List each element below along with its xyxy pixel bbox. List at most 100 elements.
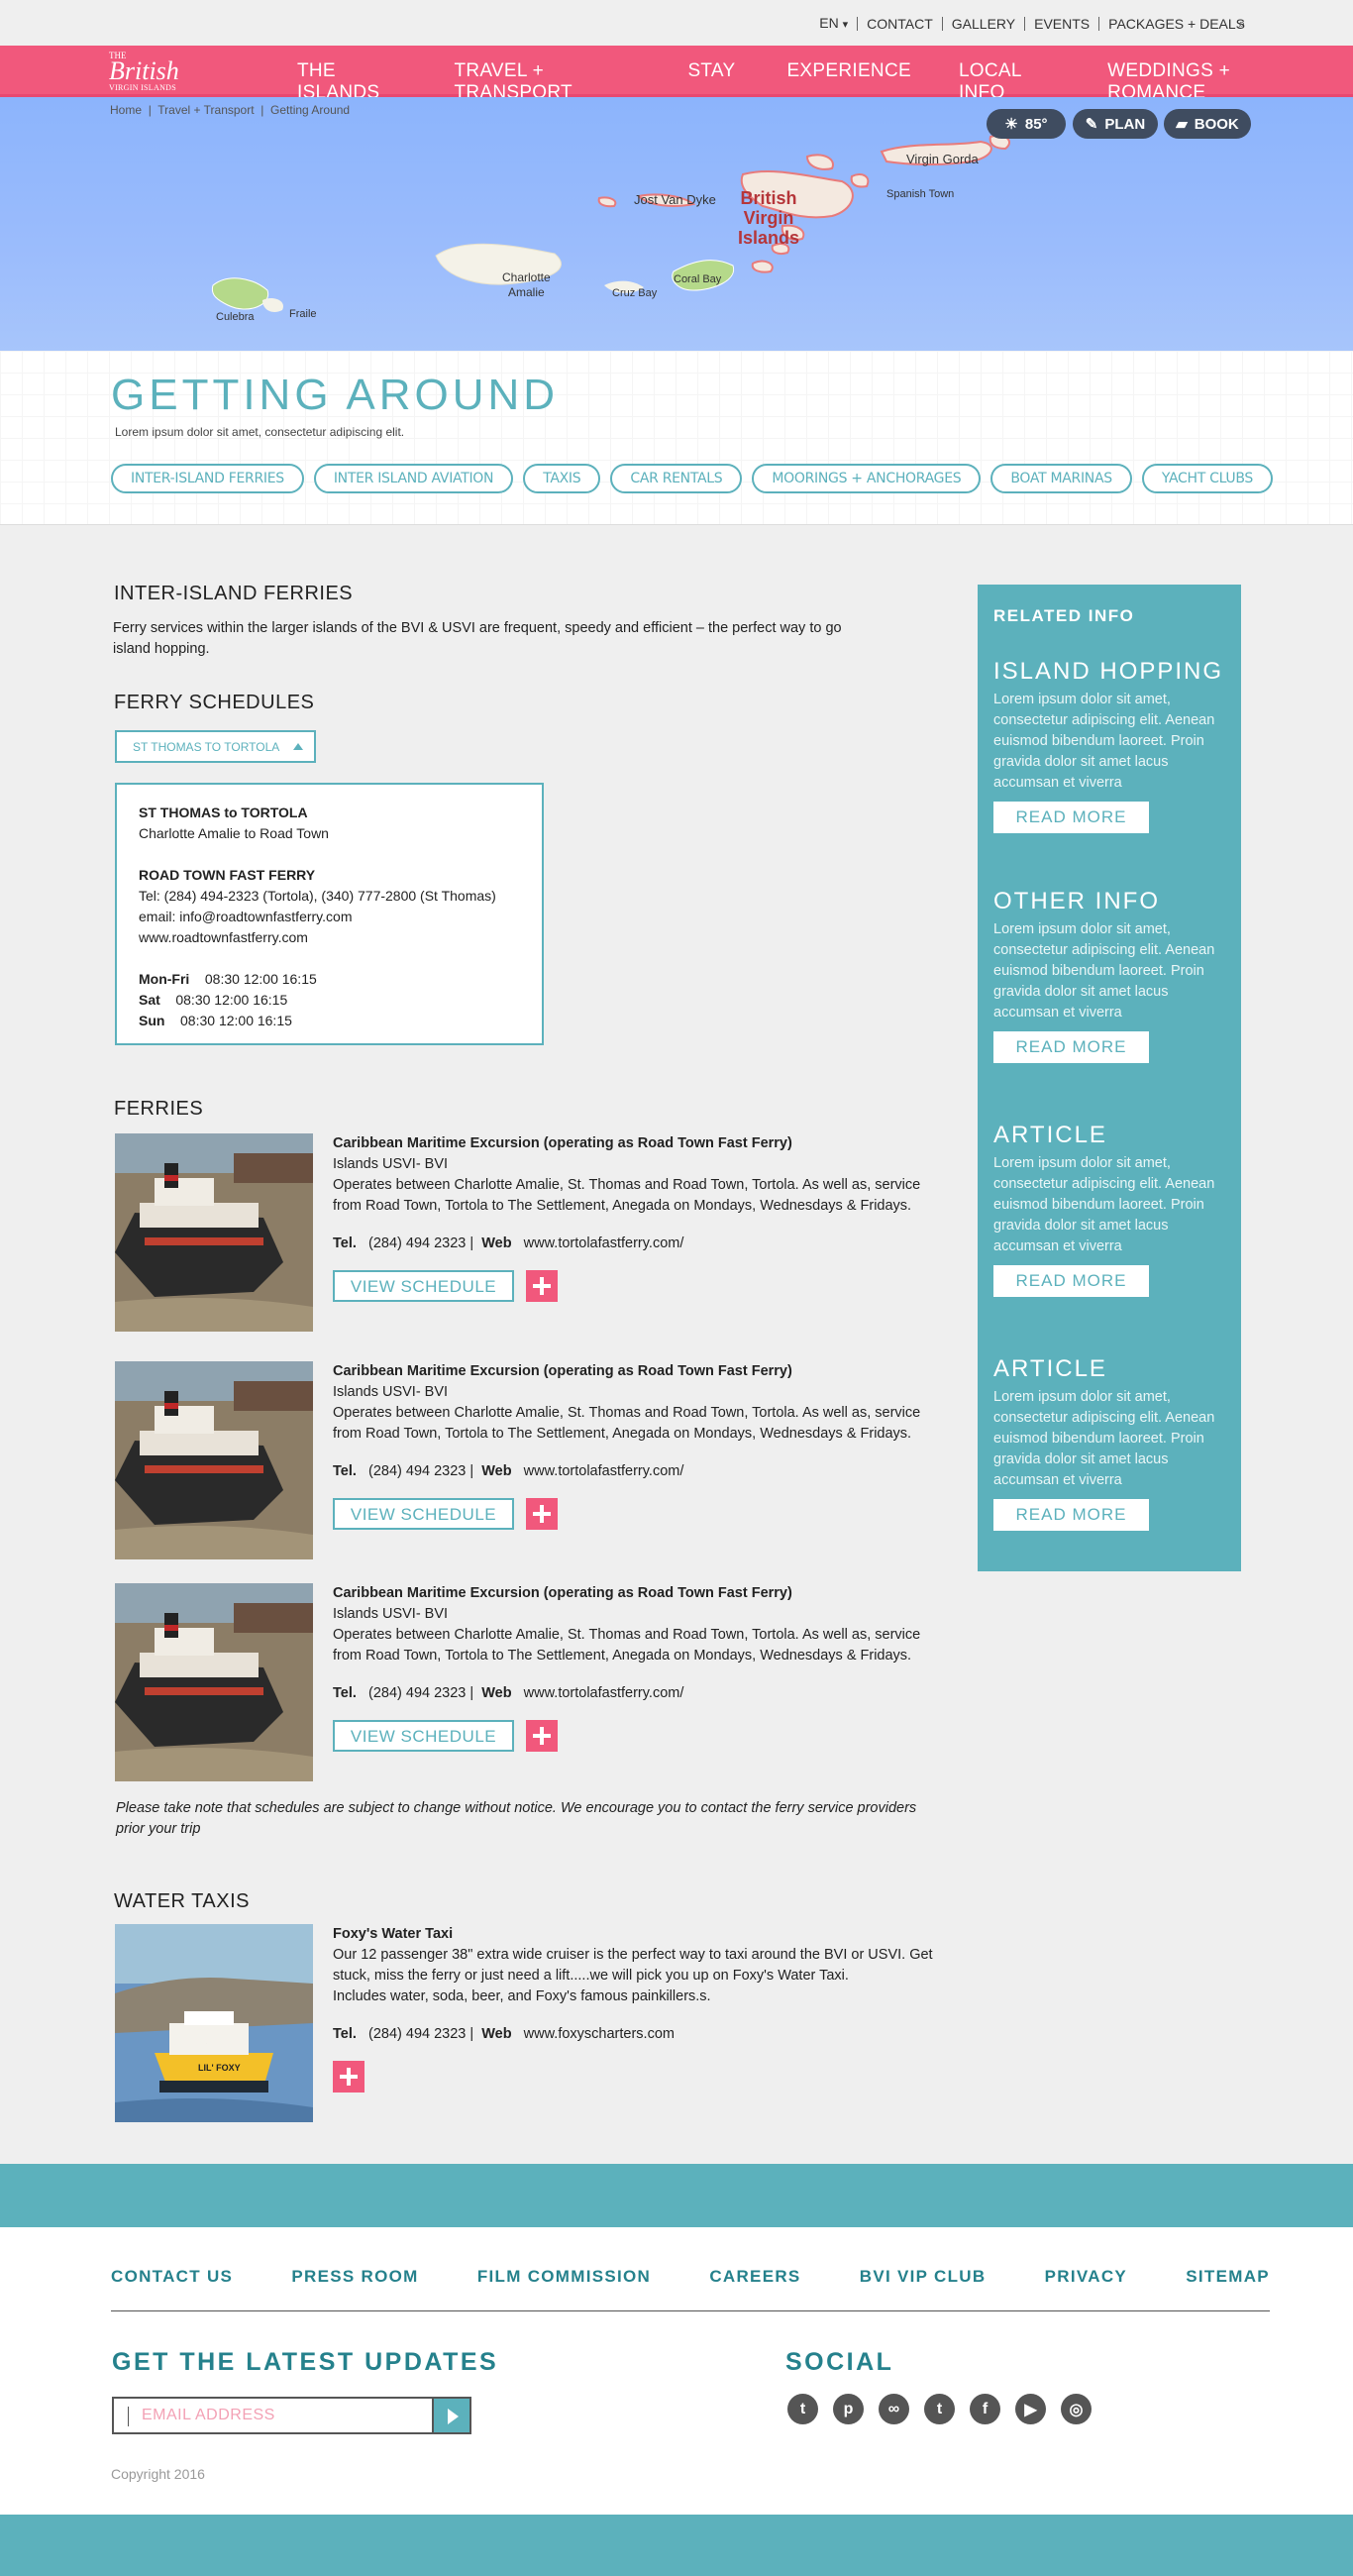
footer-privacy[interactable]: PRIVACY: [1045, 2267, 1127, 2287]
schedule-times: 08:30 12:00 16:15: [180, 1013, 292, 1028]
weather-button[interactable]: ☀ 85°: [987, 109, 1066, 139]
read-more-button[interactable]: READ MORE: [993, 802, 1149, 833]
plus-icon[interactable]: [333, 2061, 364, 2093]
related-info-sidebar: RELATED INFO ISLAND HOPPING Lorem ipsum …: [978, 585, 1241, 1571]
route-dropdown[interactable]: ST THOMAS TO TORTOLA: [115, 730, 316, 763]
tab-moorings-anchorages[interactable]: MOORINGS + ANCHORAGES: [752, 464, 982, 493]
ferry-info: Caribbean Maritime Excursion (operating …: [333, 1583, 937, 1752]
water-taxi-name: Foxy's Water Taxi: [333, 1926, 454, 1942]
view-schedule-button[interactable]: VIEW SCHEDULE: [333, 1498, 514, 1530]
plus-icon[interactable]: [526, 1498, 558, 1530]
map-label-bvi: British Virgin Islands: [738, 188, 799, 248]
ferry-tel: (284) 494 2323 |: [368, 1685, 474, 1701]
ferry-region: Islands USVI- BVI: [333, 1606, 449, 1622]
schedule-row: Sun 08:30 12:00 16:15: [139, 1011, 520, 1031]
facebook-icon[interactable]: f: [970, 2394, 1000, 2424]
instagram-icon[interactable]: ◎: [1061, 2394, 1092, 2424]
ferry-info: Caribbean Maritime Excursion (operating …: [333, 1133, 937, 1302]
footer-careers[interactable]: CAREERS: [709, 2267, 800, 2287]
pinterest-icon[interactable]: p: [833, 2394, 864, 2424]
ferry-region: Islands USVI- BVI: [333, 1384, 449, 1400]
footer-bvi-vip-club[interactable]: BVI VIP CLUB: [860, 2267, 987, 2287]
tab-inter-island-ferries[interactable]: INTER-ISLAND FERRIES: [111, 464, 304, 493]
tab-boat-marinas[interactable]: BOAT MARINAS: [990, 464, 1132, 493]
footer-sitemap[interactable]: SITEMAP: [1186, 2267, 1270, 2287]
view-schedule-button[interactable]: VIEW SCHEDULE: [333, 1720, 514, 1752]
ferry-actions: VIEW SCHEDULE: [333, 1498, 937, 1530]
related-card-title: ARTICLE: [993, 1355, 1107, 1382]
water-taxi-web[interactable]: www.foxyscharters.com: [524, 2026, 675, 2042]
schedule-route-title: ST THOMAS to TORTOLA: [139, 805, 308, 820]
breadcrumb-travel[interactable]: Travel + Transport: [157, 103, 254, 117]
logo[interactable]: THE British VIRGIN ISLANDS: [109, 52, 179, 92]
book-button[interactable]: ▰ BOOK: [1164, 109, 1251, 139]
ferry-web[interactable]: www.tortolafastferry.com/: [524, 1685, 684, 1701]
related-card: ISLAND HOPPING Lorem ipsum dolor sit ame…: [993, 658, 1231, 833]
related-card-title: ISLAND HOPPING: [993, 658, 1224, 685]
view-schedule-button[interactable]: VIEW SCHEDULE: [333, 1270, 514, 1302]
tel-label: Tel.: [333, 1463, 357, 1479]
related-card-title: ARTICLE: [993, 1122, 1107, 1148]
twitter-icon[interactable]: t: [787, 2394, 818, 2424]
breadcrumb-current: Getting Around: [270, 103, 351, 117]
footer-press-room[interactable]: PRESS ROOM: [291, 2267, 418, 2287]
schedule-web[interactable]: www.roadtownfastferry.com: [139, 927, 520, 948]
related-info-heading: RELATED INFO: [993, 606, 1135, 625]
search-icon[interactable]: ⌕: [1238, 16, 1245, 32]
footer-film-commission[interactable]: FILM COMMISSION: [477, 2267, 651, 2287]
section-title-water-taxis: WATER TAXIS: [114, 1890, 250, 1912]
related-card: ARTICLE Lorem ipsum dolor sit amet, cons…: [993, 1355, 1231, 1531]
tumblr-icon[interactable]: t: [924, 2394, 955, 2424]
water-taxi-info: Foxy's Water Taxi Our 12 passenger 38" e…: [333, 1924, 937, 2093]
events-link[interactable]: EVENTS: [1024, 17, 1098, 31]
schedule-email[interactable]: email: info@roadtownfastferry.com: [139, 907, 520, 927]
tab-inter-island-aviation[interactable]: INTER ISLAND AVIATION: [313, 464, 514, 493]
page-lead: Lorem ipsum dolor sit amet, consectetur …: [115, 425, 405, 439]
plan-button[interactable]: ✎ PLAN: [1073, 109, 1158, 139]
gallery-link[interactable]: GALLERY: [941, 17, 1024, 31]
tab-car-rentals[interactable]: CAR RENTALS: [610, 464, 743, 493]
footer-contact-us[interactable]: CONTACT US: [111, 2267, 233, 2287]
ferry-listing: Caribbean Maritime Excursion (operating …: [115, 1361, 947, 1559]
read-more-button[interactable]: READ MORE: [993, 1031, 1149, 1063]
footer-band: [0, 2164, 1353, 2227]
breadcrumb: Home | Travel + Transport | Getting Arou…: [110, 103, 350, 117]
read-more-button[interactable]: READ MORE: [993, 1499, 1149, 1531]
tab-taxis[interactable]: TAXIS: [523, 464, 601, 493]
related-card: ARTICLE Lorem ipsum dolor sit amet, cons…: [993, 1122, 1231, 1297]
plus-icon[interactable]: [526, 1720, 558, 1752]
schedule-disclaimer: Please take note that schedules are subj…: [116, 1800, 917, 1837]
ferry-listing: Caribbean Maritime Excursion (operating …: [115, 1583, 947, 1781]
submit-arrow-button[interactable]: [432, 2397, 471, 2434]
ferry-tel: (284) 494 2323 |: [368, 1463, 474, 1479]
email-field[interactable]: EMAIL ADDRESS: [112, 2397, 434, 2434]
section-title-schedules: FERRY SCHEDULES: [114, 692, 315, 713]
route-dropdown-label: ST THOMAS TO TORTOLA: [133, 739, 280, 754]
youtube-icon[interactable]: ▶: [1015, 2394, 1046, 2424]
schedule-route-sub: Charlotte Amalie to Road Town: [139, 825, 329, 841]
language-selector[interactable]: EN ▾: [810, 16, 857, 32]
map-label-culebra: Culebra: [216, 311, 255, 323]
ferry-web[interactable]: www.tortolafastferry.com/: [524, 1463, 684, 1479]
ferry-web[interactable]: www.tortolafastferry.com/: [524, 1235, 684, 1251]
breadcrumb-home[interactable]: Home: [110, 103, 142, 117]
tripadvisor-icon[interactable]: ∞: [879, 2394, 909, 2424]
schedule-row: Mon-Fri 08:30 12:00 16:15: [139, 969, 520, 990]
map-label-bvi-line3: Islands: [738, 228, 800, 248]
water-taxi-photo: LIL' FOXY: [115, 1924, 313, 2122]
plus-icon[interactable]: [526, 1270, 558, 1302]
water-taxi-contact: Tel. (284) 494 2323 | Web www.foxyschart…: [333, 2024, 937, 2045]
chevron-up-icon: [293, 743, 304, 750]
breadcrumb-separator: |: [145, 103, 156, 117]
read-more-button[interactable]: READ MORE: [993, 1265, 1149, 1297]
tab-yacht-clubs[interactable]: YACHT CLUBS: [1141, 464, 1273, 493]
map-label-charlotte-line1: Charlotte: [502, 270, 551, 284]
related-card-text: Lorem ipsum dolor sit amet, consectetur …: [993, 1389, 1215, 1488]
ferry-name: Caribbean Maritime Excursion (operating …: [333, 1585, 792, 1601]
ferry-actions: VIEW SCHEDULE: [333, 1720, 937, 1752]
contact-link[interactable]: CONTACT: [857, 17, 942, 31]
map-label-fraile: Fraile: [289, 308, 317, 320]
newsletter-heading: GET THE LATEST UPDATES: [112, 2348, 499, 2376]
schedule-row: Sat 08:30 12:00 16:15: [139, 990, 520, 1011]
packages-deals-link[interactable]: PACKAGES + DEALS: [1098, 17, 1254, 31]
